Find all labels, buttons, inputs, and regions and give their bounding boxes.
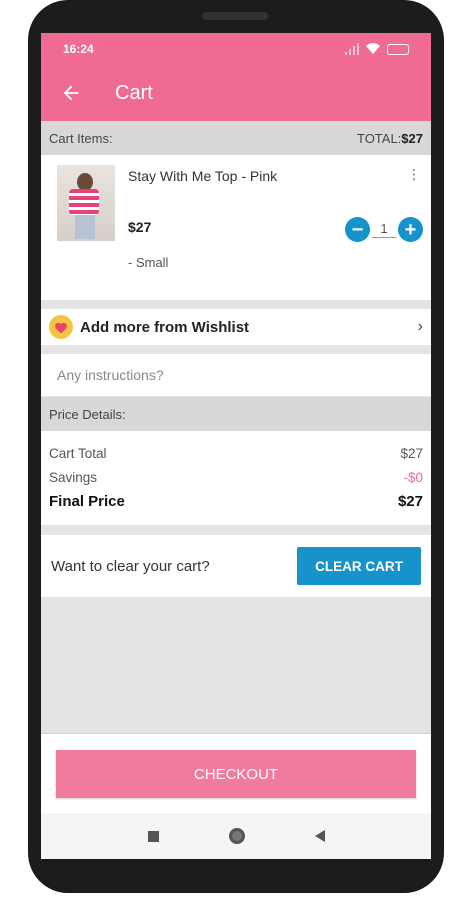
product-variant: - Small: [128, 255, 169, 270]
price-row-cart-total: Cart Total $27: [49, 441, 423, 465]
instructions-field-container: [41, 354, 431, 396]
cart-items-label: Cart Items:: [49, 130, 113, 146]
price-row-savings: Savings -$0: [49, 465, 423, 489]
app-screen: 16:24 Cart Cart Items: TOTAL:$27 Stay Wi…: [41, 33, 431, 859]
more-vert-icon[interactable]: ⋮: [407, 167, 421, 181]
battery-icon: [387, 43, 409, 55]
signal-icon: [345, 43, 359, 55]
home-icon[interactable]: [228, 828, 245, 844]
status-time: 16:24: [63, 42, 94, 56]
minus-icon: −: [351, 218, 364, 241]
clear-cart-row: Want to clear your cart? CLEAR CART: [41, 535, 431, 597]
chevron-right-icon: ›: [417, 318, 423, 335]
price-details-label: Price Details:: [49, 406, 126, 422]
status-bar: 16:24: [41, 33, 431, 65]
product-price: $27: [128, 219, 152, 235]
wifi-icon: [366, 43, 380, 54]
product-thumbnail[interactable]: [57, 165, 115, 241]
cart-total-label: TOTAL:: [356, 130, 402, 146]
increase-quantity-button[interactable]: +: [398, 217, 423, 242]
clear-cart-button[interactable]: CLEAR CART: [297, 547, 421, 585]
price-row-value: $27: [400, 445, 423, 461]
phone-speaker: [202, 12, 268, 20]
quantity-value[interactable]: 1: [372, 221, 396, 238]
product-name[interactable]: Stay With Me Top - Pink: [128, 168, 277, 184]
checkout-bar: CHECKOUT: [41, 733, 431, 813]
quantity-stepper: − 1 +: [345, 217, 423, 242]
cart-item: Stay With Me Top - Pink ⋮ $27 - Small − …: [41, 155, 431, 300]
heart-icon: [49, 315, 73, 339]
price-row-value: $27: [397, 492, 423, 510]
clear-cart-prompt: Want to clear your cart?: [51, 557, 210, 575]
wishlist-label: Add more from Wishlist: [80, 318, 250, 336]
cart-total: TOTAL:$27: [357, 131, 423, 146]
price-row-final-price: Final Price $27: [49, 489, 423, 513]
price-details-header: Price Details:: [41, 397, 431, 431]
back-button[interactable]: [43, 65, 99, 121]
price-row-label: Cart Total: [49, 445, 107, 461]
decrease-quantity-button[interactable]: −: [345, 217, 370, 242]
add-from-wishlist-row[interactable]: Add more from Wishlist ›: [41, 309, 431, 345]
cart-total-value: $27: [401, 130, 423, 146]
checkout-button[interactable]: CHECKOUT: [56, 750, 416, 798]
cart-items-header: Cart Items: TOTAL:$27: [41, 121, 431, 155]
recents-icon[interactable]: [147, 830, 159, 842]
price-row-value: -$0: [403, 469, 423, 485]
price-row-label: Final Price: [49, 492, 125, 510]
arrow-left-icon: [63, 85, 79, 101]
instructions-input[interactable]: [57, 367, 415, 383]
system-nav-bar: [41, 813, 431, 859]
status-icons: [345, 43, 409, 55]
back-triangle-icon[interactable]: [314, 830, 325, 842]
price-row-label: Savings: [49, 469, 98, 485]
plus-icon: +: [404, 218, 417, 241]
page-title: Cart: [115, 81, 153, 104]
phone-frame: 16:24 Cart Cart Items: TOTAL:$27 Stay Wi…: [28, 0, 444, 893]
price-details: Cart Total $27 Savings -$0 Final Price $…: [41, 431, 431, 525]
app-bar: Cart: [41, 65, 431, 121]
